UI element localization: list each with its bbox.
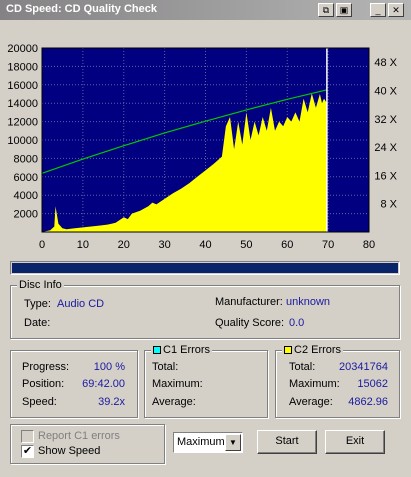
y-left-tick-label: 20000 <box>7 43 38 55</box>
progress-bar <box>10 261 400 275</box>
x-tick-label: 60 <box>281 239 293 251</box>
y-right-tick-label: 40 X <box>374 85 397 97</box>
position-label: Position: <box>22 378 65 390</box>
c2-color-icon <box>284 346 292 354</box>
y-left-tick-label: 14000 <box>7 98 38 110</box>
show-speed-label: Show Speed <box>38 445 101 457</box>
c1-color-icon <box>153 346 161 354</box>
x-tick-label: 20 <box>118 239 130 251</box>
save-icon[interactable]: ▣ <box>336 3 352 17</box>
position-value: 69:42.00 <box>82 378 125 390</box>
c2-average-value: 4862.96 <box>348 396 388 408</box>
x-tick-label: 40 <box>199 239 211 251</box>
manufacturer-label: Manufacturer: <box>215 296 283 308</box>
progress-bar-fill <box>12 263 398 273</box>
start-button[interactable]: Start <box>257 430 317 454</box>
minimize-icon[interactable]: _ <box>370 3 386 17</box>
c2-total-label: Total: <box>289 361 316 373</box>
progress-value: 100 % <box>93 361 125 373</box>
type-label: Type: <box>24 298 51 310</box>
mode-select[interactable]: Maximum ▼ <box>173 432 243 453</box>
mode-select-value: Maximum <box>177 436 225 448</box>
disc-info-title: Disc Info <box>17 279 64 291</box>
y-left-tick-label: 12000 <box>7 117 38 129</box>
checkmark-icon: ✔ <box>22 445 33 457</box>
c2-errors-title: C2 Errors <box>294 344 342 356</box>
y-right-tick-label: 16 X <box>374 170 397 182</box>
quality-score-label: Quality Score: <box>215 317 285 329</box>
exit-button[interactable]: Exit <box>325 430 385 454</box>
window-title: CD Speed: CD Quality Check <box>6 3 157 15</box>
title-bar: CD Speed: CD Quality Check ⧉ ▣ _ ✕ <box>0 0 411 20</box>
y-left-tick-label: 2000 <box>14 209 38 221</box>
y-left-tick-label: 10000 <box>7 135 38 147</box>
y-right-tick-label: 24 X <box>374 142 397 154</box>
y-right-tick-label: 8 X <box>380 199 397 211</box>
x-tick-label: 0 <box>39 239 45 251</box>
report-c1-label: Report C1 errors <box>38 430 120 442</box>
copy-icon[interactable]: ⧉ <box>318 3 334 17</box>
y-left-tick-label: 4000 <box>14 190 38 202</box>
y-left-tick-label: 16000 <box>7 80 38 92</box>
dropdown-arrow-icon[interactable]: ▼ <box>225 434 241 451</box>
quality-score-value: 0.0 <box>289 317 305 329</box>
y-right-tick-label: 32 X <box>374 114 397 126</box>
y-left-tick-label: 18000 <box>7 61 38 73</box>
y-left-tick-label: 8000 <box>14 153 38 165</box>
speed-label: Speed: <box>22 396 57 408</box>
c1-total-label: Total: <box>152 361 179 373</box>
x-tick-label: 70 <box>322 239 334 251</box>
x-tick-label: 80 <box>363 239 375 251</box>
x-tick-label: 50 <box>240 239 252 251</box>
x-tick-label: 10 <box>77 239 89 251</box>
report-c1-checkbox[interactable] <box>21 430 34 443</box>
manufacturer-value: unknown <box>286 296 331 308</box>
c1-maximum-label: Maximum: <box>152 378 203 390</box>
y-left-tick-label: 6000 <box>14 172 38 184</box>
disc-info-group: Disc Info <box>10 279 400 339</box>
progress-label: Progress: <box>22 361 70 373</box>
y-right-tick-label: 48 X <box>374 57 397 69</box>
c1-average-label: Average: <box>152 396 196 408</box>
c2-total-value: 20341764 <box>339 361 388 373</box>
date-label: Date: <box>24 317 51 329</box>
x-tick-label: 30 <box>159 239 171 251</box>
c1-errors-title: C1 Errors <box>163 344 211 356</box>
c2-errors-title-wrap: C2 Errors <box>282 344 344 356</box>
speed-value: 39.2x <box>98 396 125 408</box>
show-speed-checkbox[interactable]: ✔ <box>21 445 34 458</box>
close-icon[interactable]: ✕ <box>388 3 404 17</box>
type-value: Audio CD <box>57 298 105 310</box>
c2-maximum-value: 15062 <box>357 378 388 390</box>
quality-chart: 0 10 20 30 40 50 60 70 80 2000 4000 6000 8000 10000 12… <box>7 43 397 251</box>
c1-errors-title-wrap: C1 Errors <box>151 344 213 356</box>
